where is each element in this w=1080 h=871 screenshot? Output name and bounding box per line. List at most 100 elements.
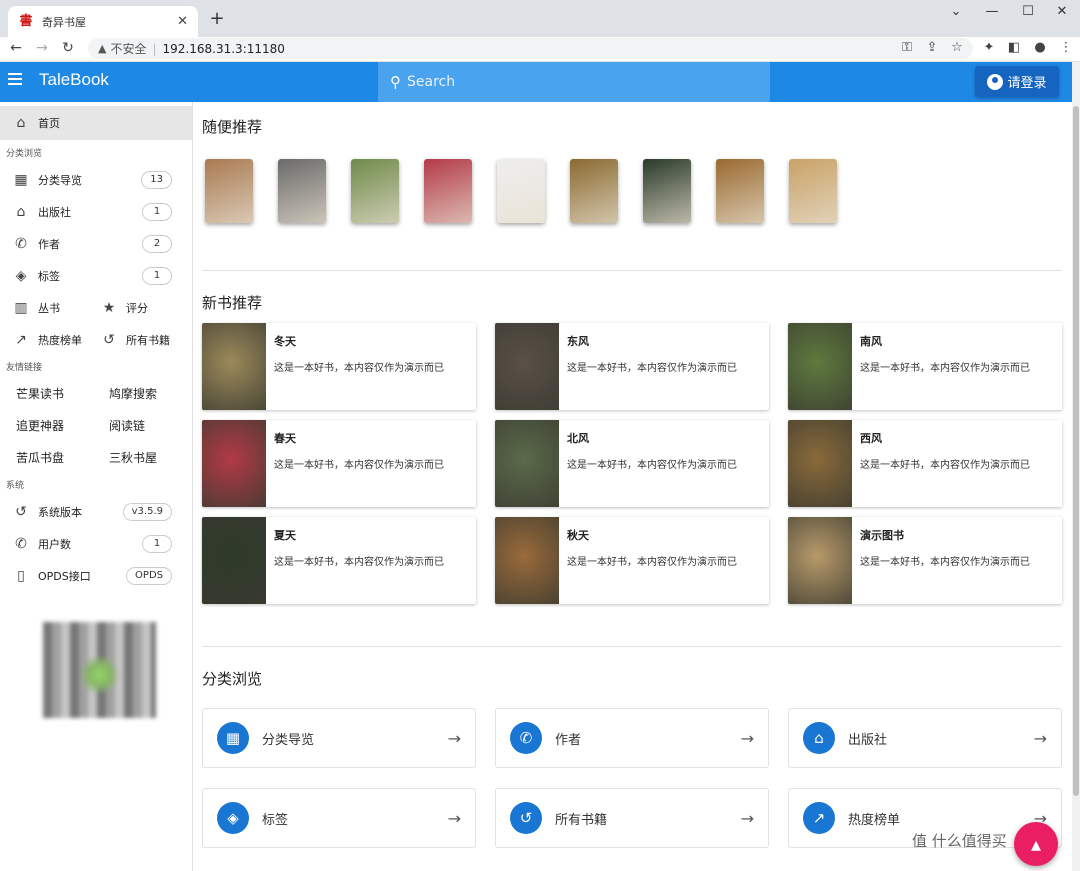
book-card[interactable]: 夏天 这是一本好书，本内容仅作为演示而已 (202, 517, 476, 604)
category-grid: ▦ 分类导览 → ✆ 作者 → ⌂ 出版社 → ◈ 标签 → ↺ 所有书籍 → ↗ 热度榜单 → (202, 708, 1062, 848)
search-icon: ⚲ (390, 73, 401, 91)
sidebar-item-home[interactable]: ⌂ 首页 (0, 106, 192, 140)
random-book-cover[interactable] (424, 159, 472, 223)
home-group-icon: ⌂ (803, 722, 835, 754)
book-cover (495, 420, 559, 507)
url-field[interactable]: ▲ 不安全 | 192.168.31.3:11180 (88, 38, 973, 59)
sidebar-item-label: OPDS接口 (38, 570, 91, 583)
key-icon[interactable]: ⚿ (897, 38, 917, 58)
sidebar-item-system[interactable]: ↺ 系统版本 v3.5.9 (0, 496, 192, 528)
count-badge: 1 (142, 203, 172, 221)
more-icon[interactable]: ⋮ (1056, 38, 1076, 58)
sidebar-item-browse[interactable]: ◈ 标签 1 (0, 260, 192, 292)
friend-link[interactable]: 阅读链 (109, 410, 202, 442)
book-text: 演示图书 这是一本好书，本内容仅作为演示而已 (852, 517, 1038, 604)
category-card[interactable]: ✆ 作者 → (495, 708, 769, 768)
grid-icon: ▦ (217, 722, 249, 754)
brand-title[interactable]: TaleBook (39, 70, 109, 90)
scrollbar-thumb[interactable] (1073, 106, 1079, 796)
random-book-cover[interactable] (205, 159, 253, 223)
arrow-right-icon: → (740, 728, 754, 748)
random-book-cover[interactable] (716, 159, 764, 223)
close-tab-icon[interactable]: ✕ (177, 14, 188, 29)
arrow-right-icon: → (1033, 728, 1047, 748)
book-card[interactable]: 秋天 这是一本好书，本内容仅作为演示而已 (495, 517, 769, 604)
section-heading: 友情链接 (6, 363, 43, 373)
book-cover (495, 517, 559, 604)
book-card[interactable]: 北风 这是一本好书，本内容仅作为演示而已 (495, 420, 769, 507)
category-card[interactable]: ↺ 所有书籍 → (495, 788, 769, 848)
reload-icon[interactable]: ↻ (57, 37, 79, 59)
random-book-cover[interactable] (570, 159, 618, 223)
book-title: 春天 (274, 432, 296, 445)
sidebar-item-browse[interactable]: ▦ 分类导览 13 (0, 164, 192, 196)
value-badge: v3.5.9 (122, 503, 172, 521)
system-list: ↺ 系统版本 v3.5.9 ✆ 用户数 1 ▯ OPDS接口 OPDS (0, 496, 192, 592)
book-card[interactable]: 春天 这是一本好书，本内容仅作为演示而已 (202, 420, 476, 507)
menu-icon[interactable] (8, 73, 22, 85)
random-book-cover[interactable] (643, 159, 691, 223)
close-window-icon[interactable]: ✕ (1046, 2, 1078, 22)
sidebar-item-label: 出版社 (38, 206, 71, 219)
category-card[interactable]: ▦ 分类导览 → (202, 708, 476, 768)
forward-icon[interactable]: → (31, 37, 53, 59)
book-card[interactable]: 南风 这是一本好书，本内容仅作为演示而已 (788, 323, 1062, 410)
book-title: 夏天 (274, 529, 296, 542)
search-placeholder: Search (407, 74, 456, 90)
book-card[interactable]: 东风 这是一本好书，本内容仅作为演示而已 (495, 323, 769, 410)
random-book-cover[interactable] (497, 159, 545, 223)
share-icon[interactable]: ⇪ (922, 38, 942, 58)
random-book-cover[interactable] (278, 159, 326, 223)
maximize-icon[interactable]: ☐ (1012, 2, 1044, 22)
login-button[interactable]: 请登录 (975, 66, 1059, 97)
tag-icon: ◈ (15, 268, 27, 284)
sidebar-item-system[interactable]: ▯ OPDS接口 OPDS (0, 560, 192, 592)
random-book-cover[interactable] (789, 159, 837, 223)
category-card[interactable]: ⌂ 出版社 → (788, 708, 1062, 768)
new-books-title: 新书推荐 (202, 294, 263, 312)
minimize-icon[interactable]: — (976, 2, 1008, 22)
sidebar-item-series[interactable]: 丛书 (38, 300, 100, 316)
star-icon[interactable]: ☆ (947, 38, 967, 58)
sidebar-item-system[interactable]: ✆ 用户数 1 (0, 528, 192, 560)
arrow-right-icon: → (447, 728, 461, 748)
category-title: 分类浏览 (202, 670, 263, 688)
sidebar-item-browse[interactable]: ✆ 作者 2 (0, 228, 192, 260)
random-book-cover[interactable] (351, 159, 399, 223)
friend-link[interactable]: 三秋书屋 (109, 442, 202, 474)
book-cover (202, 323, 266, 410)
friend-link[interactable]: 追更神器 (16, 410, 109, 442)
book-text: 西风 这是一本好书，本内容仅作为演示而已 (852, 420, 1038, 507)
sidebar-item-label: 标签 (38, 270, 60, 283)
sidebar: ⌂ 首页 分类浏览 ▦ 分类导览 13 ⌂ 出版社 1 ✆ 作者 2 ◈ 标签 1 ▥ 丛书 ★ 评分… (0, 102, 193, 871)
browser-tab[interactable]: 書 奇异书屋 ✕ (8, 6, 198, 37)
new-tab-icon[interactable]: + (206, 8, 228, 29)
extensions-icon[interactable]: ✦ (979, 38, 999, 58)
account-icon (987, 73, 1004, 90)
book-card[interactable]: 冬天 这是一本好书，本内容仅作为演示而已 (202, 323, 476, 410)
profile-icon[interactable]: ● (1030, 38, 1050, 58)
friend-link[interactable]: 鸠摩搜索 (109, 378, 202, 410)
watermark: 值 什么值得买 (912, 832, 1007, 850)
book-title: 冬天 (274, 335, 296, 348)
book-card[interactable]: 西风 这是一本好书，本内容仅作为演示而已 (788, 420, 1062, 507)
tab-search-icon[interactable]: ⌄ (940, 2, 972, 22)
search-input[interactable]: ⚲ Search (378, 62, 770, 102)
category-card[interactable]: ◈ 标签 → (202, 788, 476, 848)
friend-link[interactable]: 芒果读书 (16, 378, 109, 410)
category-label: 标签 (262, 812, 289, 828)
book-desc: 这是一本好书，本内容仅作为演示而已 (567, 363, 737, 374)
back-icon[interactable]: ← (5, 37, 27, 59)
fab-button[interactable]: ▴ (1014, 822, 1058, 866)
friend-link[interactable]: 苦瓜书盘 (16, 442, 109, 474)
book-card[interactable]: 演示图书 这是一本好书，本内容仅作为演示而已 (788, 517, 1062, 604)
pixelated-image (43, 622, 156, 718)
sidebar-item-all-books[interactable]: 所有书籍 (126, 332, 170, 348)
random-books-row (205, 159, 837, 223)
book-cover (788, 517, 852, 604)
sidebar-item-hot[interactable]: 热度榜单 (38, 332, 100, 348)
person-icon: ✆ (510, 722, 542, 754)
sidepanel-icon[interactable]: ◧ (1004, 38, 1024, 58)
sidebar-item-rating[interactable]: 评分 (126, 300, 148, 316)
sidebar-item-browse[interactable]: ⌂ 出版社 1 (0, 196, 192, 228)
